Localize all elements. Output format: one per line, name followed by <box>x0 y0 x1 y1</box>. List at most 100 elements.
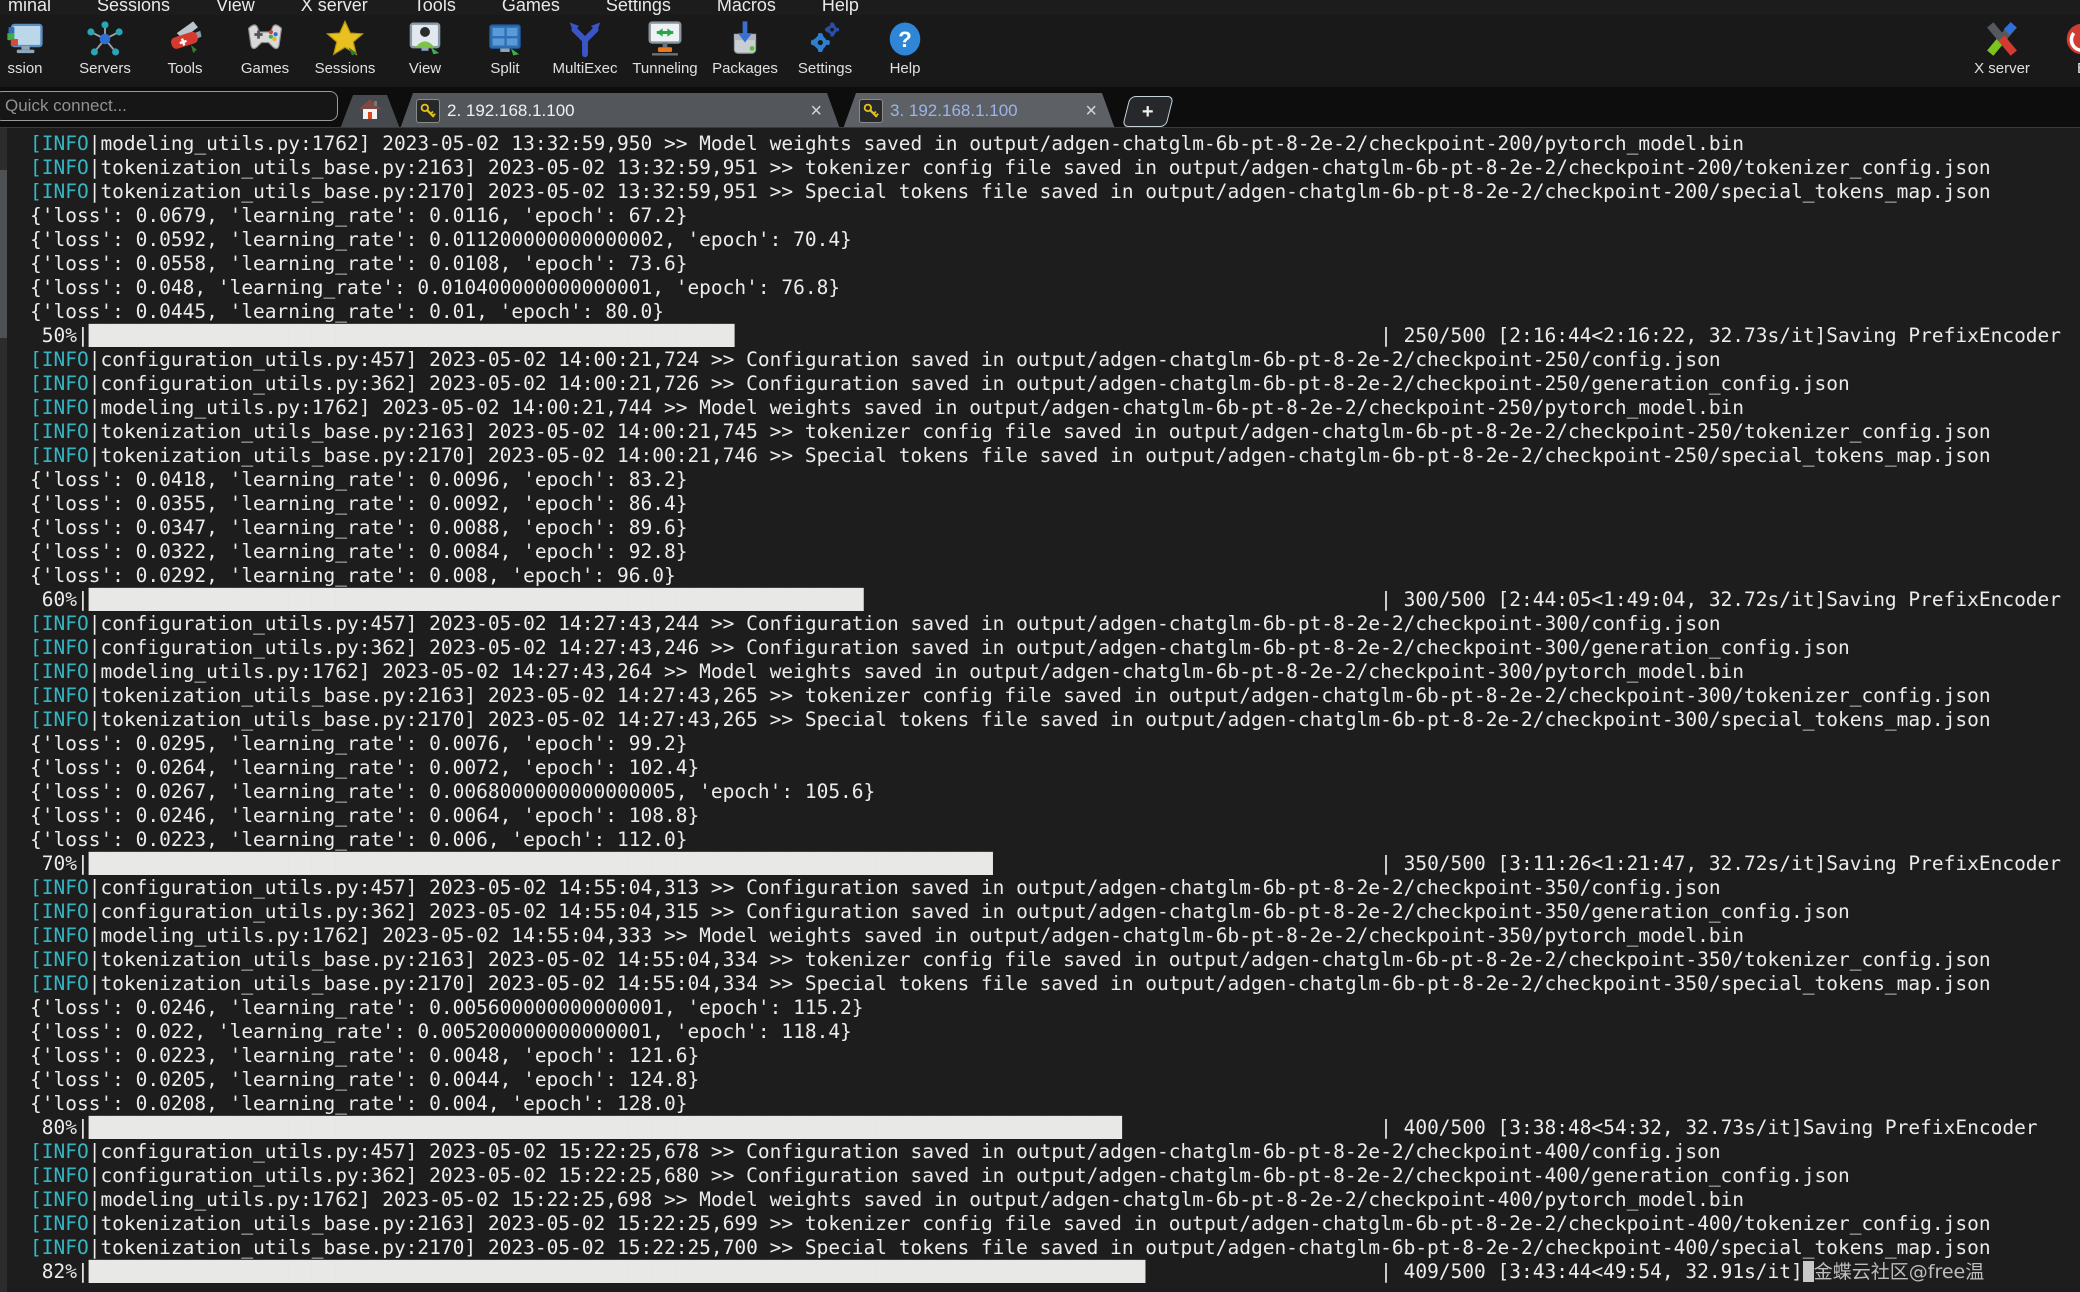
tools-label: Tools <box>167 61 202 77</box>
terminal-cursor <box>1803 1261 1814 1282</box>
view-button[interactable]: View <box>385 17 465 77</box>
menu-item-terminal[interactable]: minal <box>8 0 51 15</box>
terminal-scrollbar[interactable] <box>0 128 7 1292</box>
terminal-line-info: [INFO|tokenization_utils_base.py:2170] 2… <box>30 444 2061 468</box>
terminal-output[interactable]: [INFO|modeling_utils.py:1762] 2023-05-02… <box>30 132 2061 1284</box>
servers-button[interactable]: Servers <box>65 17 145 77</box>
multiexec-button[interactable]: MultiExec <box>545 17 625 77</box>
session-tab-2[interactable]: 2. 192.168.1.100 × <box>400 93 840 129</box>
terminal-line-info: [INFO|tokenization_utils_base.py:2163] 2… <box>30 948 2061 972</box>
menu-item-help[interactable]: Help <box>822 0 859 15</box>
key-icon <box>859 99 883 123</box>
terminal-line-info: [INFO|configuration_utils.py:362] 2023-0… <box>30 900 2061 924</box>
terminal-line-info: [INFO|configuration_utils.py:457] 2023-0… <box>30 876 2061 900</box>
terminal-line-loss: {'loss': 0.0418, 'learning_rate': 0.0096… <box>30 468 2061 492</box>
terminal-line-loss: {'loss': 0.0355, 'learning_rate': 0.0092… <box>30 492 2061 516</box>
terminal-line-info: [INFO|modeling_utils.py:1762] 2023-05-02… <box>30 1188 2061 1212</box>
terminal-line-loss: {'loss': 0.0445, 'learning_rate': 0.01, … <box>30 300 2061 324</box>
settings-button[interactable]: Settings <box>785 17 865 77</box>
terminal-line-loss: {'loss': 0.0267, 'learning_rate': 0.0068… <box>30 780 2061 804</box>
split-label: Split <box>490 61 519 77</box>
terminal-line-loss: {'loss': 0.0295, 'learning_rate': 0.0076… <box>30 732 2061 756</box>
terminal-line-loss: {'loss': 0.0223, 'learning_rate': 0.006,… <box>30 828 2061 852</box>
multiexec-fork-icon <box>563 17 607 61</box>
split-window-icon <box>483 17 527 61</box>
terminal-line-loss: {'loss': 0.0679, 'learning_rate': 0.0116… <box>30 204 2061 228</box>
exit-power-icon <box>2060 17 2080 61</box>
terminal-line-loss: {'loss': 0.0558, 'learning_rate': 0.0108… <box>30 252 2061 276</box>
help-label: Help <box>890 61 921 77</box>
terminal-line-info: [INFO|configuration_utils.py:362] 2023-0… <box>30 636 2061 660</box>
terminal-line-loss: {'loss': 0.048, 'learning_rate': 0.01040… <box>30 276 2061 300</box>
packages-button[interactable]: Packages <box>705 17 785 77</box>
xserver-label: X server <box>1974 61 2030 77</box>
x-server-logo-icon <box>1980 17 2024 61</box>
tunneling-arrows-icon <box>643 17 687 61</box>
menu-item-games[interactable]: Games <box>502 0 560 15</box>
settings-gears-icon <box>803 17 847 61</box>
view-label: View <box>409 61 441 77</box>
tools-button[interactable]: Tools <box>145 17 225 77</box>
menu-bar: minal Sessions View X server Tools Games Setti… <box>0 0 2080 15</box>
tab-bar: 2. 192.168.1.100 × 3. 192.168.1.100 × + <box>0 87 2080 129</box>
menu-item-view[interactable]: View <box>216 0 255 15</box>
servers-network-icon <box>83 17 127 61</box>
terminal-panel: [INFO|modeling_utils.py:1762] 2023-05-02… <box>0 127 2080 1292</box>
terminal-line-info: [INFO|modeling_utils.py:1762] 2023-05-02… <box>30 132 2061 156</box>
terminal-line-info: [INFO|configuration_utils.py:457] 2023-0… <box>30 1140 2061 1164</box>
games-gamepad-icon <box>243 17 287 61</box>
terminal-line-loss: {'loss': 0.0264, 'learning_rate': 0.0072… <box>30 756 2061 780</box>
tunneling-button[interactable]: Tunneling <box>625 17 705 77</box>
tab-close-icon[interactable]: × <box>810 101 822 121</box>
terminal-line-info: [INFO|tokenization_utils_base.py:2163] 2… <box>30 684 2061 708</box>
servers-label: Servers <box>79 61 131 77</box>
tab-home[interactable] <box>340 95 400 129</box>
sessions-star-icon <box>323 17 367 61</box>
help-button[interactable]: ?Help <box>865 17 945 77</box>
multiexec-label: MultiExec <box>552 61 617 77</box>
terminal-line-loss: {'loss': 0.0208, 'learning_rate': 0.004,… <box>30 1092 2061 1116</box>
terminal-line-info: [INFO|tokenization_utils_base.py:2170] 2… <box>30 708 2061 732</box>
terminal-line-loss: {'loss': 0.0246, 'learning_rate': 0.0056… <box>30 996 2061 1020</box>
terminal-line-info: [INFO|tokenization_utils_base.py:2163] 2… <box>30 156 2061 180</box>
terminal-line-loss: {'loss': 0.0292, 'learning_rate': 0.008,… <box>30 564 2061 588</box>
terminal-line-loss: {'loss': 0.0205, 'learning_rate': 0.0044… <box>30 1068 2061 1092</box>
terminal-line-info: [INFO|tokenization_utils_base.py:2163] 2… <box>30 420 2061 444</box>
key-icon <box>416 99 440 123</box>
tab-label: 2. 192.168.1.100 <box>447 101 575 121</box>
view-user-screen-icon <box>403 17 447 61</box>
tunneling-label: Tunneling <box>632 61 697 77</box>
xserver-button[interactable]: X server <box>1962 17 2042 77</box>
tab-label: 3. 192.168.1.100 <box>890 101 1018 121</box>
terminal-line-progress: 80%|████████████████████████████████████… <box>30 1116 2061 1140</box>
split-button[interactable]: Split <box>465 17 545 77</box>
terminal-scrollbar-thumb[interactable] <box>0 170 7 338</box>
terminal-line-progress: 82%|████████████████████████████████████… <box>30 1260 2061 1284</box>
session-tab-3-active[interactable]: 3. 192.168.1.100 × <box>843 93 1115 129</box>
sessions-button[interactable]: Sessions <box>305 17 385 77</box>
terminal-line-info: [INFO|tokenization_utils_base.py:2163] 2… <box>30 1212 2061 1236</box>
toolbar: ssion Servers Tools Games Sessions View Split M… <box>0 15 2080 87</box>
menu-item-tools[interactable]: Tools <box>414 0 456 15</box>
terminal-line-loss: {'loss': 0.0322, 'learning_rate': 0.0084… <box>30 540 2061 564</box>
new-tab-button[interactable]: + <box>1122 96 1174 127</box>
menu-item-settings[interactable]: Settings <box>606 0 671 15</box>
terminal-line-loss: {'loss': 0.0246, 'learning_rate': 0.0064… <box>30 804 2061 828</box>
sessions-label: Sessions <box>315 61 376 77</box>
packages-download-icon <box>723 17 767 61</box>
menu-item-sessions[interactable]: Sessions <box>97 0 170 15</box>
games-button[interactable]: Games <box>225 17 305 77</box>
home-icon <box>358 98 382 127</box>
watermark-text: 金蝶云社区@free温 <box>1814 1261 1984 1283</box>
session-button[interactable]: ssion <box>0 17 65 77</box>
menu-item-macros[interactable]: Macros <box>717 0 776 15</box>
exit-button[interactable]: E <box>2042 17 2080 77</box>
tab-close-icon[interactable]: × <box>1085 101 1097 121</box>
menu-item-x-server[interactable]: X server <box>301 0 368 15</box>
quick-connect-input[interactable] <box>0 91 338 121</box>
terminal-line-info: [INFO|tokenization_utils_base.py:2170] 2… <box>30 972 2061 996</box>
terminal-line-progress: 60%|████████████████████████████████████… <box>30 588 2061 612</box>
new-tab-plus-icon: + <box>1142 102 1154 122</box>
terminal-line-loss: {'loss': 0.0592, 'learning_rate': 0.0112… <box>30 228 2061 252</box>
terminal-line-info: [INFO|configuration_utils.py:362] 2023-0… <box>30 372 2061 396</box>
